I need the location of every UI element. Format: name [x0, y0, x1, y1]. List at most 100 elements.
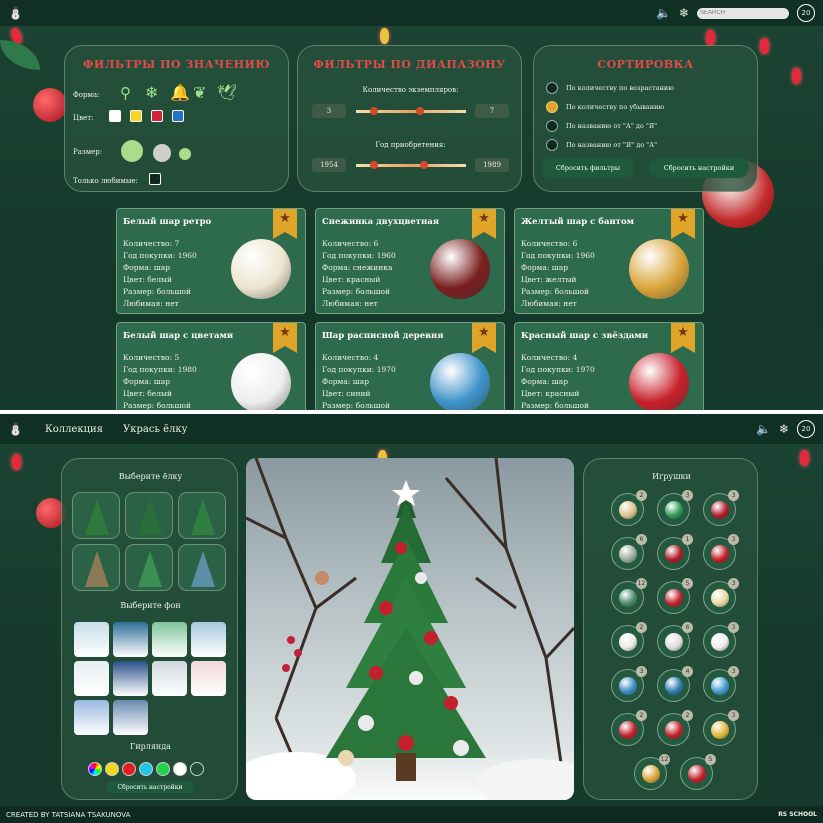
sound-icon[interactable]: 🔈 — [656, 6, 671, 20]
snowflake-icon[interactable]: ❄ — [679, 6, 689, 20]
color-swatch-2[interactable] — [151, 110, 163, 122]
color-swatch-3[interactable] — [172, 110, 184, 122]
toy-card[interactable]: Желтый шар с бантом Количество: 6 Год поку… — [514, 208, 704, 314]
toy-slot[interactable]: 12 — [611, 578, 647, 614]
tree-logo-icon[interactable]: ⛄ — [8, 6, 23, 20]
garland-color-option[interactable] — [105, 762, 119, 776]
figure-shape-icon[interactable]: 🕊 — [217, 83, 237, 102]
sort-option-label[interactable]: По количеству по убыванию — [566, 103, 664, 111]
count-min-handle[interactable] — [370, 107, 378, 115]
favorite-star-icon[interactable]: ★ — [472, 209, 496, 239]
toy-slot[interactable]: 3 — [703, 534, 739, 570]
toy-slot[interactable]: 3 — [657, 490, 693, 526]
garland-color-option[interactable] — [156, 762, 170, 776]
tree-option[interactable] — [125, 492, 173, 539]
toy-slot[interactable]: 4 — [657, 666, 693, 702]
favorite-star-icon[interactable]: ★ — [472, 323, 496, 353]
snowflake-icon[interactable]: ❄ — [779, 422, 789, 436]
bell-shape-icon[interactable]: ⚲ — [120, 84, 131, 102]
toy-card[interactable]: Снежинка двухцветная Количество: 6 Год пок… — [315, 208, 505, 314]
background-option[interactable] — [113, 700, 148, 735]
toy-slot[interactable]: 3 — [611, 666, 647, 702]
favorite-star-icon[interactable]: ★ — [671, 209, 695, 239]
toy-slot[interactable]: 3 — [703, 490, 739, 526]
tree-option[interactable] — [72, 492, 120, 539]
background-option[interactable] — [152, 622, 187, 657]
toy-slot[interactable]: 3 — [703, 666, 739, 702]
toy-slot[interactable]: 2 — [657, 710, 693, 746]
sort-option-label[interactable]: По количеству по возрастанию — [566, 84, 674, 92]
toy-card[interactable]: Шар расписной деревня Количество: 4 Год по… — [315, 322, 505, 410]
garland-color-option[interactable] — [88, 762, 102, 776]
toy-slot[interactable]: 5 — [680, 754, 716, 790]
tree-option[interactable] — [72, 544, 120, 591]
sort-radio[interactable] — [546, 82, 558, 94]
card-shape: Форма: шар — [123, 263, 171, 272]
toy-slot[interactable]: 3 — [703, 710, 739, 746]
toy-slot[interactable]: 2 — [611, 622, 647, 658]
toy-card[interactable]: Белый шар с цветами Количество: 5 Год поку… — [116, 322, 306, 410]
nav-collection-link[interactable]: Коллекция — [45, 424, 103, 435]
toy-count: 5 — [705, 754, 716, 765]
sound-icon[interactable]: 🔈 — [756, 422, 771, 436]
toy-slot[interactable]: 6 — [611, 534, 647, 570]
background-option[interactable] — [113, 661, 148, 696]
garland-color-option[interactable] — [139, 762, 153, 776]
favorite-star-icon[interactable]: ★ — [273, 209, 297, 239]
background-option[interactable] — [191, 661, 226, 696]
garland-color-option[interactable] — [190, 762, 204, 776]
background-option[interactable] — [74, 622, 109, 657]
count-max-handle[interactable] — [416, 107, 424, 115]
color-swatch-0[interactable] — [109, 110, 121, 122]
rs-school-logo[interactable]: RS SCHOOL — [778, 811, 817, 818]
background-option[interactable] — [74, 661, 109, 696]
sort-option-label[interactable]: По названию от "А" до "Я" — [566, 122, 657, 130]
cone-shape-icon[interactable]: ❦ — [193, 83, 206, 102]
toy-slot[interactable]: 12 — [634, 754, 670, 790]
toy-slot[interactable]: 2 — [611, 490, 647, 526]
toy-card[interactable]: Белый шар ретро Количество: 7 Год покупки:… — [116, 208, 306, 314]
year-max-handle[interactable] — [420, 161, 428, 169]
tree-option[interactable] — [178, 544, 226, 591]
size-small-button[interactable] — [179, 148, 191, 160]
tree-logo-icon[interactable]: ⛄ — [8, 422, 23, 436]
garland-color-option[interactable] — [122, 762, 136, 776]
background-option[interactable] — [191, 622, 226, 657]
background-option[interactable] — [74, 700, 109, 735]
year-range-slider[interactable] — [356, 161, 466, 169]
garland-color-option[interactable] — [173, 762, 187, 776]
toy-slot[interactable]: 6 — [657, 622, 693, 658]
tree-option[interactable] — [125, 544, 173, 591]
toy-slot[interactable]: 1 — [657, 534, 693, 570]
reset-settings-button[interactable]: Сбросить настройки — [106, 781, 194, 793]
sort-radio[interactable] — [546, 139, 558, 151]
bell-icon[interactable]: 🔔 — [170, 83, 190, 102]
tree-icon — [85, 499, 109, 535]
toy-card[interactable]: Красный шар с звёздами Количество: 4 Год п… — [514, 322, 704, 410]
background-option[interactable] — [152, 661, 187, 696]
favorite-star-icon[interactable]: ★ — [671, 323, 695, 353]
toy-slot[interactable]: 2 — [611, 710, 647, 746]
favorite-star-icon[interactable]: ★ — [273, 323, 297, 353]
size-medium-button[interactable] — [153, 144, 171, 162]
nav-decorate-link[interactable]: Укрась ёлку — [123, 424, 187, 435]
toy-slot[interactable]: 3 — [703, 578, 739, 614]
tree-canvas[interactable] — [246, 458, 574, 800]
sort-option-label[interactable]: По названию от "Я" до "А" — [566, 141, 657, 149]
favorite-checkbox[interactable] — [149, 173, 161, 185]
size-large-button[interactable] — [121, 140, 143, 162]
sort-radio[interactable] — [546, 120, 558, 132]
background-option[interactable] — [113, 622, 148, 657]
color-swatch-1[interactable] — [130, 110, 142, 122]
count-range-slider[interactable] — [356, 107, 466, 115]
settings-panel: Выберите ёлку Выберите фон Гирлянда Сбро… — [61, 458, 238, 800]
toy-slot[interactable]: 5 — [657, 578, 693, 614]
sort-radio[interactable] — [546, 101, 558, 113]
search-input[interactable] — [697, 7, 789, 19]
tree-option[interactable] — [178, 492, 226, 539]
reset-filters-button[interactable]: Сбросить фильтры — [542, 158, 634, 178]
toy-slot[interactable]: 3 — [703, 622, 739, 658]
year-min-handle[interactable] — [370, 161, 378, 169]
reset-settings-button[interactable]: Сбросить настройки — [649, 158, 749, 178]
snowflake-shape-icon[interactable]: ❄ — [145, 83, 158, 102]
